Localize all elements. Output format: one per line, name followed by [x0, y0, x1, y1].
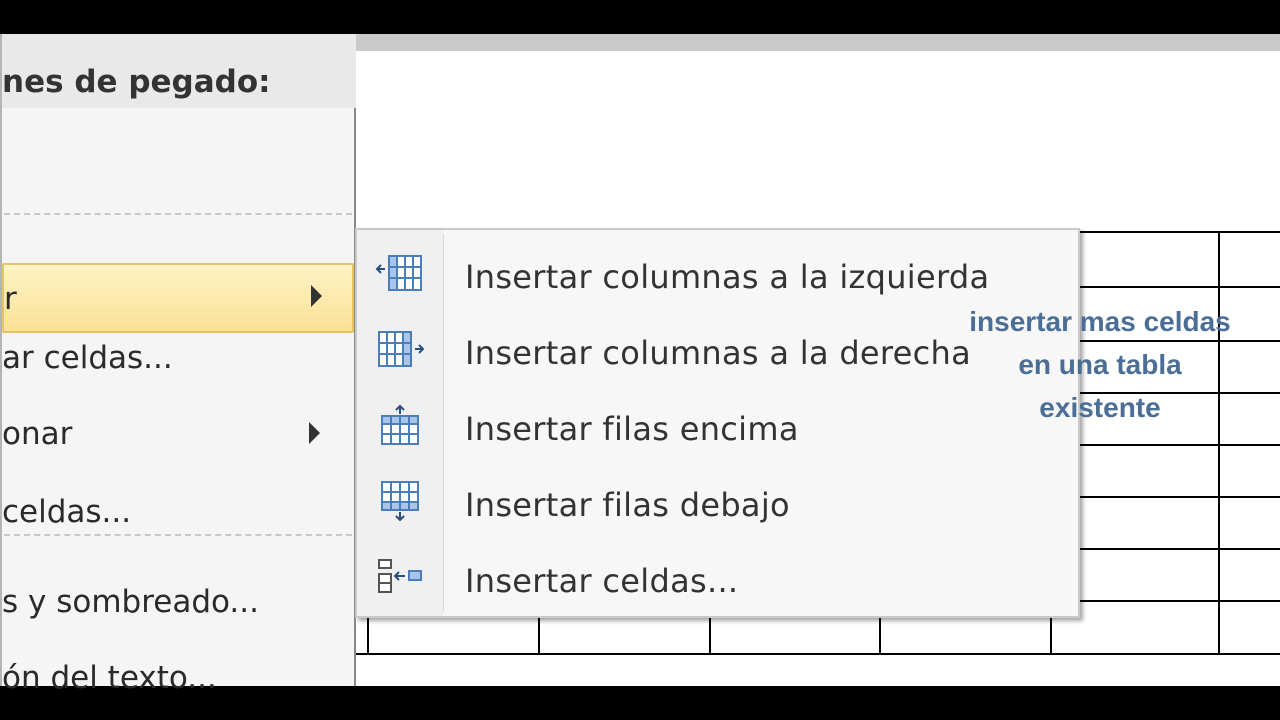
ruler-strip [356, 34, 1280, 51]
annotation-line: insertar mas celdas [969, 306, 1231, 337]
paste-options-header: nes de pegado: [2, 34, 356, 108]
menu-item-label: celdas... [2, 494, 132, 530]
menu-item-label: r [4, 281, 17, 317]
menu-item-label: ar celdas... [2, 340, 173, 376]
submenu-item-insert-cells[interactable]: Insertar celdas... [357, 540, 1078, 614]
submenu-item-label: Insertar filas debajo [465, 486, 790, 524]
submenu-arrow-icon [311, 285, 322, 307]
annotation-line: en una tabla [1018, 349, 1182, 380]
menu-item-label: ón del texto... [2, 660, 217, 696]
menu-item-insert[interactable]: r [2, 263, 354, 333]
context-menu: nes de pegado: r ar celdas... onar celda… [0, 34, 356, 696]
submenu-item-insert-rows-below[interactable]: Insertar filas debajo [357, 464, 1078, 538]
insert-row-below-icon [381, 481, 419, 522]
submenu-item-label: Insertar celdas... [465, 562, 739, 600]
insert-cells-icon [378, 559, 422, 593]
menu-separator [4, 534, 352, 536]
insert-column-right-icon [378, 331, 425, 367]
submenu-item-label: Insertar columnas a la derecha [465, 334, 972, 372]
annotation: insertar mas celdas en una tabla existen… [940, 300, 1260, 429]
submenu-item-label: Insertar columnas a la izquierda [465, 258, 990, 296]
paste-options-label: nes de pegado: [2, 64, 271, 100]
menu-item-label: s y sombreado... [2, 584, 259, 620]
menu-item-label: onar [2, 416, 73, 452]
submenu-item-label: Insertar filas encima [465, 410, 799, 448]
submenu-arrow-icon [309, 422, 320, 444]
menu-item-borders-shading[interactable]: s y sombreado... [2, 570, 354, 634]
submenu-item-insert-columns-left[interactable]: Insertar columnas a la izquierda [357, 236, 1078, 310]
menu-item-select[interactable]: onar [2, 402, 354, 466]
annotation-line: existente [1039, 392, 1161, 423]
insert-row-above-icon [381, 404, 419, 445]
menu-item-text-direction[interactable]: ón del texto... [2, 646, 354, 710]
menu-separator [4, 213, 352, 215]
insert-column-left-icon [375, 255, 422, 291]
screen: nes de pegado: r ar celdas... onar celda… [0, 0, 1280, 720]
menu-item-delete-cells[interactable]: ar celdas... [2, 326, 354, 390]
